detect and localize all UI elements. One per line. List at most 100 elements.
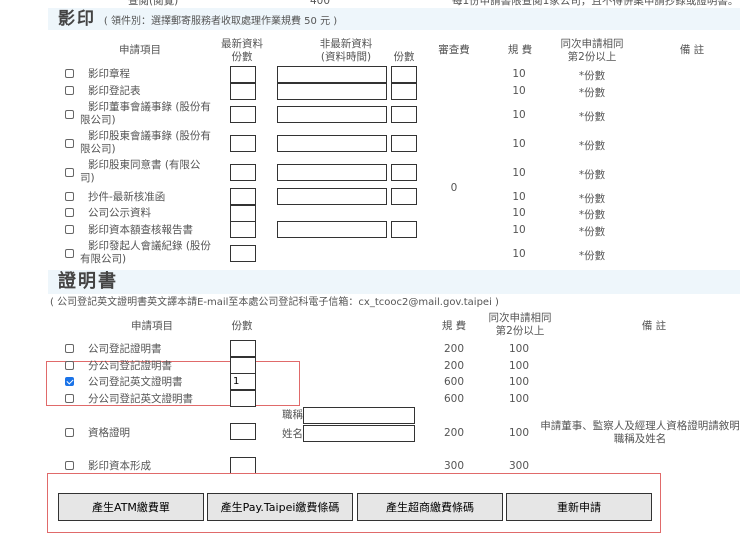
copy-date-input[interactable] (277, 66, 387, 83)
copy-row-extra: *份數 (578, 70, 606, 82)
cert-row-checkbox[interactable] (65, 377, 74, 386)
copy-latest-input[interactable] (230, 106, 256, 123)
copy-latest-input[interactable] (230, 164, 256, 181)
cert-copies-input[interactable] (230, 423, 256, 440)
atm-payment-button[interactable]: 產生ATM繳費單 (58, 493, 204, 521)
copy-row-fee: 10 (512, 248, 526, 260)
cert-row-label: 影印資本形成 (88, 460, 151, 472)
copy-row-label: 抄件-最新核准函 (88, 191, 166, 203)
qualification-title-input[interactable] (303, 407, 415, 424)
copy-date-input[interactable] (277, 188, 387, 205)
partial-row-note: 每1份申請書限查閱1家公司，且不得併案申請抄錄或證明書。 (452, 0, 739, 7)
copy-row-checkbox[interactable] (65, 168, 74, 177)
copy-row-fee: 10 (512, 224, 526, 236)
cert-row-second: 100 (508, 427, 530, 439)
cert-row-label: 資格證明 (88, 427, 130, 439)
copy-row-checkbox[interactable] (65, 139, 74, 148)
copy-row-checkbox[interactable] (65, 249, 74, 258)
partial-row-fee: 400 (309, 0, 331, 7)
cert-copies-input[interactable] (230, 340, 256, 357)
cert-header-copies: 份數 (231, 320, 253, 332)
copy-date-input[interactable] (277, 164, 387, 181)
copy-row-extra: *份數 (578, 193, 606, 205)
copy-row-extra: *份數 (578, 140, 606, 152)
copy-date-input[interactable] (277, 106, 387, 123)
copy-date-input[interactable] (277, 135, 387, 152)
copy-nonlatest-copies-input[interactable] (391, 164, 417, 181)
copy-header-remarks: 備 註 (679, 44, 705, 56)
copy-row-label: 影印資本額查核報告書 (88, 224, 193, 236)
copy-row-checkbox[interactable] (65, 86, 74, 95)
copy-nonlatest-copies-input[interactable] (391, 188, 417, 205)
copy-row-label: 影印董事會議事錄 (股份有 限公司) (80, 101, 211, 126)
cert-row-fee: 200 (443, 360, 465, 372)
copy-date-input[interactable] (277, 83, 387, 100)
convenience-store-button[interactable]: 產生超商繳費條碼 (357, 493, 503, 521)
cert-copies-input[interactable]: 1 (230, 373, 256, 390)
copy-nonlatest-copies-input[interactable] (391, 83, 417, 100)
copy-section-title-text: 影印 (58, 9, 96, 29)
cert-row-fee: 200 (443, 343, 465, 355)
cert-copies-input[interactable] (230, 357, 256, 374)
copy-header-same-app: 同次申請相同 第2份以上 (560, 38, 624, 63)
copy-header-fee: 規 費 (507, 44, 533, 56)
copy-latest-input[interactable] (230, 245, 256, 262)
cert-row-checkbox[interactable] (65, 428, 74, 437)
copy-row-checkbox[interactable] (65, 208, 74, 217)
copy-row-fee: 10 (512, 138, 526, 150)
copy-row-fee: 10 (512, 167, 526, 179)
cert-row-fee: 600 (443, 393, 465, 405)
copy-row-label: 公司公示資料 (88, 207, 151, 219)
cert-row-checkbox[interactable] (65, 361, 74, 370)
copy-nonlatest-copies-input[interactable] (391, 66, 417, 83)
copy-nonlatest-copies-input[interactable] (391, 135, 417, 152)
copy-row-extra: *份數 (578, 226, 606, 238)
cert-row-fee: 200 (443, 427, 465, 439)
copy-section-title: 影印 ( 領件別：選擇郵寄服務者收取處理作業規費 50 元 ) (48, 8, 740, 30)
copy-nonlatest-copies-input[interactable] (391, 106, 417, 123)
reset-button[interactable]: 重新申請 (506, 493, 652, 521)
copy-row-label: 影印登記表 (88, 85, 141, 97)
cert-row-second: 100 (508, 376, 530, 388)
copy-header-item: 申請項目 (119, 44, 161, 56)
copy-row-checkbox[interactable] (65, 110, 74, 119)
copy-row-fee: 10 (512, 191, 526, 203)
copy-row-extra: *份數 (578, 169, 606, 181)
copy-nonlatest-copies-input[interactable] (391, 221, 417, 238)
copy-header-copies: 份數 (393, 51, 415, 63)
copy-row-extra: *份數 (578, 111, 606, 123)
cert-header-fee: 規 費 (441, 320, 467, 332)
cert-row-label: 分公司登記英文證明書 (88, 393, 193, 405)
copy-row-checkbox[interactable] (65, 225, 74, 234)
cert-copies-input[interactable] (230, 457, 256, 474)
cert-copies-input[interactable] (230, 390, 256, 407)
copy-row-label: 影印章程 (88, 68, 130, 80)
copy-latest-input[interactable] (230, 83, 256, 100)
copy-latest-input[interactable] (230, 205, 256, 222)
copy-header-latest: 最新資料 份數 (221, 38, 263, 63)
copy-section-subtitle: ( 領件別：選擇郵寄服務者收取處理作業規費 50 元 ) (103, 16, 338, 27)
copy-latest-input[interactable] (230, 66, 256, 83)
copy-row-fee: 10 (512, 68, 526, 80)
cert-row-second: 100 (508, 343, 530, 355)
cert-section-title: 證明書 (48, 270, 740, 294)
copy-row-fee: 10 (512, 109, 526, 121)
cert-row-checkbox[interactable] (65, 344, 74, 353)
copy-row-extra: *份數 (578, 87, 606, 99)
copy-row-checkbox[interactable] (65, 69, 74, 78)
cert-row-checkbox[interactable] (65, 394, 74, 403)
copy-latest-input[interactable] (230, 135, 256, 152)
copy-row-checkbox[interactable] (65, 192, 74, 201)
cert-row-checkbox[interactable] (65, 461, 74, 470)
copy-date-input[interactable] (277, 221, 387, 238)
cert-row-label: 分公司登記證明書 (88, 360, 172, 372)
taipei-pay-button[interactable]: 產生Pay.Taipei繳費條碼 (207, 493, 353, 521)
copy-row-fee: 10 (512, 207, 526, 219)
qualification-name-input[interactable] (303, 425, 415, 442)
copy-row-label: 影印發起人會議紀錄 (股份 有限公司) (80, 240, 211, 265)
copy-latest-input[interactable] (230, 221, 256, 238)
copy-row-extra: *份數 (578, 250, 606, 262)
copy-header-nonlatest: 非最新資料 (資料時間) (319, 38, 373, 63)
copy-latest-input[interactable] (230, 188, 256, 205)
copy-header-review-fee: 審查費 (438, 44, 470, 56)
